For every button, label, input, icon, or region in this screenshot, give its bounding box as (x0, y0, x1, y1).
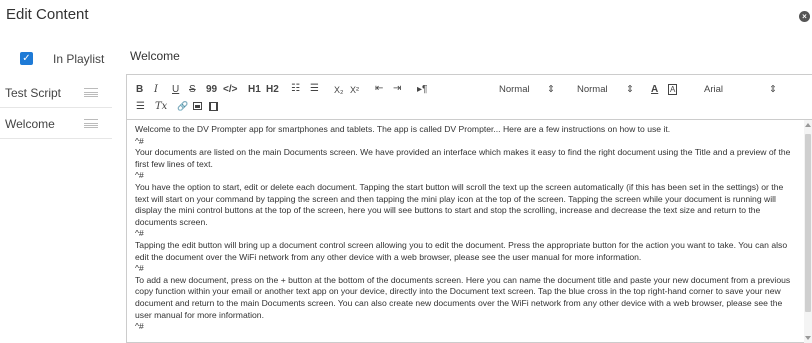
dialog-title: Edit Content (6, 6, 89, 23)
chevron-updown-icon[interactable]: ⇕ (547, 84, 555, 96)
bullet-list-button[interactable]: ☰ (310, 83, 319, 95)
content-paragraph: You have the option to start, edit or de… (135, 181, 784, 227)
align-button[interactable]: ☰ (136, 101, 145, 113)
in-playlist-label: In Playlist (53, 52, 105, 66)
font-color-button[interactable]: A (651, 84, 658, 96)
bold-button[interactable]: B (136, 84, 143, 96)
document-content-textarea[interactable]: Welcome to the DV Prompter app for smart… (127, 120, 812, 343)
outdent-button[interactable]: ⇤ (375, 83, 383, 95)
scrollbar-thumb[interactable] (805, 134, 811, 312)
header-1-button[interactable]: H1 (248, 84, 261, 96)
document-title-field[interactable]: Welcome (130, 49, 180, 63)
font-family-select[interactable]: Arial (704, 84, 723, 96)
dialog-header: Edit Content × (0, 0, 812, 36)
code-block-button[interactable]: </> (223, 84, 237, 96)
sidebar-item-test-script[interactable]: Test Script (0, 77, 112, 108)
document-list: Test Script Welcome (0, 77, 112, 139)
in-playlist-checkbox[interactable]: ✓ (20, 52, 33, 65)
superscript-button[interactable]: X² (350, 84, 359, 96)
content-paragraph: ^# (135, 228, 144, 239)
link-icon[interactable]: 🔗 (177, 100, 188, 112)
content-paragraph: To add a new document, press on the + bu… (135, 274, 791, 320)
sidebar-item-welcome[interactable]: Welcome (0, 108, 112, 139)
chevron-updown-icon[interactable]: ⇕ (769, 84, 777, 96)
image-icon[interactable] (193, 102, 202, 114)
sidebar: ✓ In Playlist Test Script Welcome (0, 40, 124, 343)
blockquote-button[interactable]: 99 (206, 84, 217, 96)
ordered-list-button[interactable]: ☷ (291, 83, 300, 95)
in-playlist-row[interactable]: ✓ In Playlist (0, 40, 124, 76)
video-icon[interactable] (209, 102, 218, 115)
content-paragraph: Your documents are listed on the main Do… (135, 147, 791, 169)
background-color-button[interactable]: A (668, 84, 678, 95)
editor-toolbar: B I U S 99 </> H1 H2 ☷ ☰ X₂ X² ⇤ ⇥ ▸¶ No… (127, 75, 812, 120)
clear-formatting-button[interactable]: Tx (155, 101, 167, 113)
content-paragraph: Welcome to the DV Prompter app for smart… (135, 124, 671, 134)
strike-button[interactable]: S (189, 84, 196, 96)
italic-button[interactable]: I (154, 84, 158, 96)
header-2-button[interactable]: H2 (266, 84, 279, 96)
content-paragraph: ^# (135, 170, 144, 181)
text-direction-button[interactable]: ▸¶ (417, 84, 427, 96)
drag-handle-icon[interactable] (84, 119, 98, 128)
drag-handle-icon[interactable] (84, 88, 98, 97)
sidebar-item-label: Welcome (5, 117, 55, 131)
scroll-up-icon[interactable] (805, 123, 811, 127)
content-paragraph: ^# (135, 263, 144, 274)
size-select[interactable]: Normal (499, 84, 530, 96)
header-select[interactable]: Normal (577, 84, 608, 96)
scroll-down-icon[interactable] (805, 336, 811, 340)
content-paragraph: ^# (135, 135, 144, 146)
rich-text-editor: B I U S 99 </> H1 H2 ☷ ☰ X₂ X² ⇤ ⇥ ▸¶ No… (126, 74, 812, 343)
content-paragraph: Tapping the edit button will bring up a … (135, 239, 788, 262)
sidebar-item-label: Test Script (5, 86, 62, 100)
chevron-updown-icon[interactable]: ⇕ (626, 84, 634, 96)
subscript-button[interactable]: X₂ (334, 84, 344, 96)
scrollbar[interactable] (804, 120, 812, 343)
content-paragraph: ^# (135, 321, 144, 332)
underline-button[interactable]: U (172, 84, 179, 96)
close-icon[interactable]: × (799, 11, 810, 22)
edit-content-dialog: Edit Content × ✓ In Playlist Test Script… (0, 0, 812, 343)
indent-button[interactable]: ⇥ (393, 83, 401, 95)
